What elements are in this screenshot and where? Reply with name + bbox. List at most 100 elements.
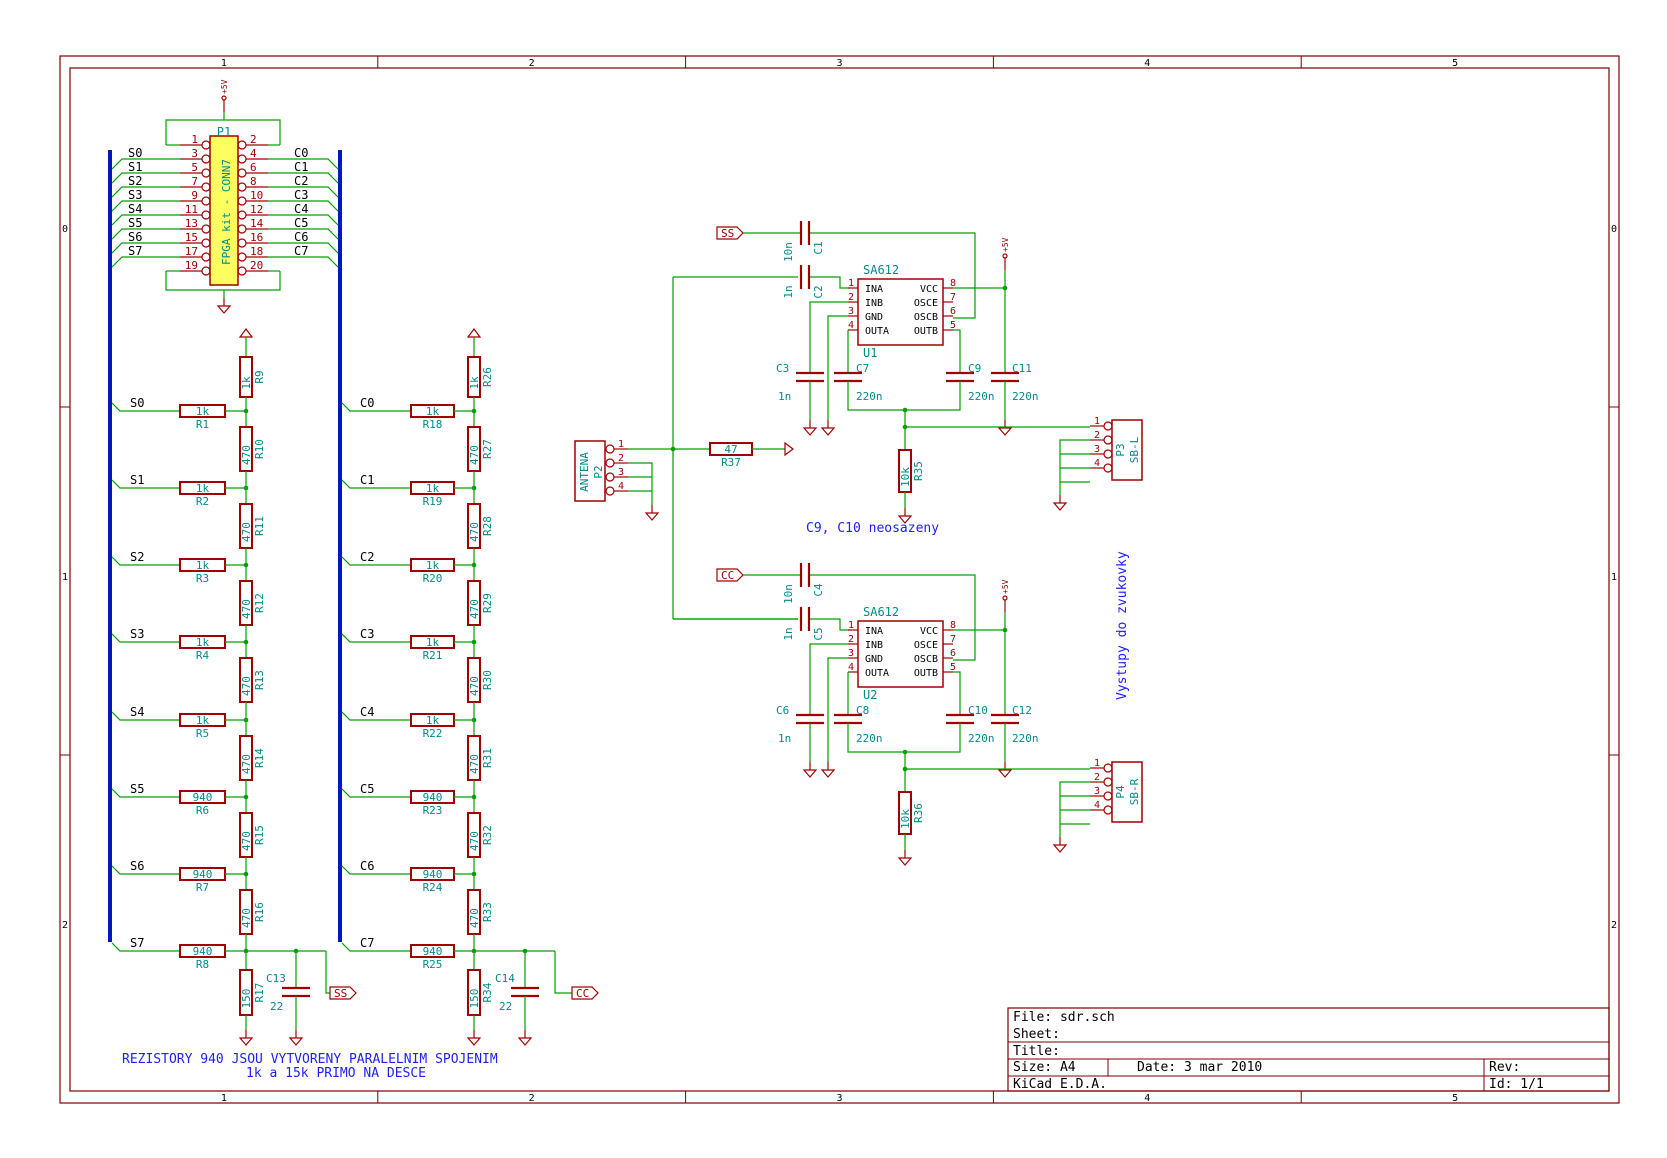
ladder-c-cap-ref: C14 (495, 972, 515, 985)
ladder-s-ladder-resistor-value: 470 (240, 445, 253, 465)
mixer-2-cap-b-value: 1n (782, 627, 795, 640)
p1-net-left: S7 (128, 244, 142, 258)
mixer-1-ic-ref: U1 (863, 346, 877, 360)
mixer-1-pin-number: 6 (950, 306, 956, 317)
ladder-s-series-resistor-value: 1k (196, 559, 210, 572)
p1-pin-left (201, 140, 211, 150)
schematic-canvas: 11223344550 01 12 2 P1FPGA kit - CONN7+5V1 2… (59, 55, 1620, 1104)
antenna-ref: P2 (592, 465, 605, 478)
mixer-1-out-value: SB-L (1128, 436, 1141, 463)
mixer-1-out-pin (1103, 463, 1113, 473)
p1-pin-right (237, 196, 247, 206)
mixer-1-pin-number: 4 (848, 320, 854, 331)
p1-pin-right (237, 210, 247, 220)
ladder-s-cap-ground (288, 1037, 304, 1046)
ladder-s-top-resistor-ref: R9 (253, 370, 266, 383)
mixer-2-pin-name: GND (865, 654, 883, 665)
mixer-2-cap-c-ground (802, 769, 818, 778)
p1-pin-number: 19 (185, 259, 198, 272)
ladder-c-series-resistor-value: 1k (426, 714, 440, 727)
ladder-c-series-resistor-value: 940 (423, 791, 443, 804)
p1-value: FPGA kit - CONN7 (220, 159, 233, 265)
ladder-c-net-label: C6 (360, 859, 374, 873)
ladder-s-bus-entry (111, 556, 180, 566)
ladder-s-bus-entry (111, 788, 180, 798)
mixer-1-cap-c-value: 1n (778, 390, 791, 403)
row-label-left: 2 (62, 920, 68, 931)
ladder-s-net-label: S5 (130, 782, 144, 796)
p1-net-right: C7 (294, 244, 308, 258)
ladder-c-cap-value: 22 (499, 1000, 512, 1013)
ladder-s-cap-value: 22 (270, 1000, 283, 1013)
ladder-c-ladder-resistor-ref: R29 (481, 593, 494, 613)
ladder-s-bus-entry (111, 942, 180, 952)
p1-pin-number: 9 (191, 189, 198, 202)
column-label-top: 1 (221, 58, 227, 69)
p1-pin-right (237, 238, 247, 248)
mixer-u1: SS C1 10n C2 1n SA612 U1 1 INA 2 INB 3 GND 4 OUTA 8 VCC 7… (673, 221, 1143, 524)
ladder-s-bottom-resistor-value: 150 (240, 989, 253, 1009)
mixer-2-ic-ground (820, 769, 836, 778)
mixer-1-pin-number: 5 (950, 320, 956, 331)
p1-pin-number: 20 (250, 259, 263, 272)
ladder-s-ladder-resistor-value: 470 (240, 831, 253, 851)
ladder-c-ladder-resistor-ref: R28 (481, 516, 494, 536)
mixer-2-out-pin (1103, 763, 1113, 773)
ladder-s-cap-ref: C13 (266, 972, 286, 985)
antenna-pin (605, 486, 615, 496)
mixer-2-out-pin-number: 4 (1094, 800, 1100, 811)
mixer-1-out-ref: P3 (1114, 443, 1127, 456)
mixer-2-pin-name: INA (865, 626, 883, 637)
mixer-2-out-value: SB-R (1128, 778, 1141, 805)
schematic-sheet: 1122334455001122 P1 FPGA kit - CONN7 +5V 1 2… (0, 0, 1667, 1153)
ladder-c-ladder-resistor-ref: R31 (481, 748, 494, 768)
mixer-u2: CC C4 10n C5 1n SA612 U2 1 INA 2 INB 3 GND 4 OUTA 8 VCC 7… (673, 563, 1143, 866)
p1-pin-right (237, 266, 247, 276)
ladder-s-bus-entry (111, 479, 180, 489)
antenna-resistor-value: 47 (724, 443, 737, 456)
p1-pin-right (237, 252, 247, 262)
ladder-c-top-resistor-value: 1k (468, 376, 481, 390)
bus-entry-left (111, 256, 180, 268)
mixer-2-out-ref: P4 (1114, 785, 1127, 799)
mixer-1-pin-name: OSCE (914, 298, 938, 309)
p1-pin-number: 7 (191, 175, 198, 188)
ladder-c-net-label: C1 (360, 473, 374, 487)
ladder-s-ladder-resistor-value: 470 (240, 754, 253, 774)
p1-pin-right (237, 168, 247, 178)
ladder-s-bus-entry (111, 633, 180, 643)
mixer-1-pin-number: 2 (848, 292, 854, 303)
ladder-c-series-resistor-value: 1k (426, 636, 440, 649)
mixer-1-pin-number: 8 (950, 278, 956, 289)
column-label-bottom: 2 (529, 1093, 535, 1104)
ladder-s-ladder-resistor-ref: R10 (253, 439, 266, 459)
mixer-1-cap-e-ref: C9 (968, 362, 981, 375)
ladder-s-net-label: S7 (130, 936, 144, 950)
ladder-c-series-resistor-ref: R18 (423, 418, 443, 431)
antenna-termination (784, 441, 794, 457)
antenna-pin (605, 458, 615, 468)
ladder-c-ladder-resistor-value: 470 (468, 676, 481, 696)
mixer-2-cap-f-value: 220n (1012, 732, 1039, 745)
column-label-bottom: 3 (836, 1093, 842, 1104)
mixer-1-out-pin (1103, 421, 1113, 431)
ladder-s-series-resistor-value: 1k (196, 636, 210, 649)
ladder-c-net-label: C3 (360, 627, 374, 641)
note-resistors-line1: REZISTORY 940 JSOU VYTVORENY PARALELNIM … (122, 1052, 498, 1067)
mixer-2-pin-number: 7 (950, 634, 956, 645)
ladder-s-output-label-text: SS (334, 987, 347, 1000)
mixer-2-input-label-text: CC (721, 569, 734, 582)
ladder-s-bus-entry (111, 865, 180, 875)
p1-pin-right (237, 154, 247, 164)
column-label-top: 5 (1452, 58, 1458, 69)
ladder-s-net-label: S1 (130, 473, 144, 487)
ladder-s-ladder-resistor-value: 470 (240, 522, 253, 542)
column-label-top: 2 (529, 58, 535, 69)
ladder-s-ladder-resistor-ref: R14 (253, 748, 266, 768)
mixer-1-out-ground (1052, 502, 1068, 511)
ladder-c-series-resistor-value: 1k (426, 482, 440, 495)
ladder-s-ladder-resistor-ref: R15 (253, 825, 266, 845)
p1-net-right: C6 (294, 230, 308, 244)
mixer-1-cap-b-value: 1n (782, 285, 795, 298)
p1-pin-number: 1 (191, 133, 198, 146)
